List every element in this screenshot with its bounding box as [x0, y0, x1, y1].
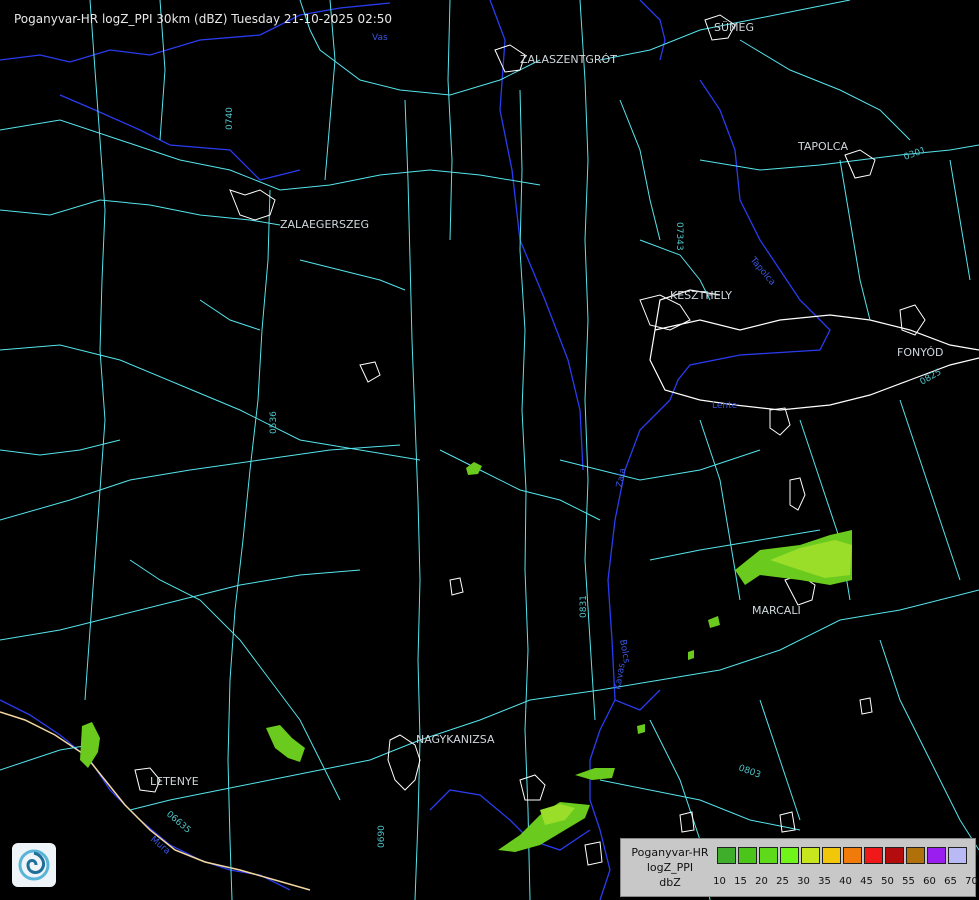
road-label-0831: 0831	[579, 595, 589, 618]
map-canvas: SÜMEG ZALASZENTGRÓT TAPOLCA ZALAEGERSZEG…	[0, 0, 979, 900]
road-label-06635: 06635	[164, 810, 192, 836]
legend-swatch	[822, 847, 841, 864]
city-label-marcali: MARCALI	[752, 604, 801, 617]
road-label-0690: 0690	[377, 825, 387, 848]
river-label-bolcs: Bolcs	[617, 639, 631, 664]
legend-tick-label: 70	[965, 876, 978, 887]
legend-tick-label: 40	[839, 876, 852, 887]
legend-title-line-2: logZ_PPI	[646, 861, 694, 874]
legend-swatch	[759, 847, 778, 864]
city-label-sumeg: SÜMEG	[714, 21, 754, 34]
legend-tick-label: 60	[923, 876, 936, 887]
weather-service-logo	[12, 843, 56, 887]
legend-tick-label: 55	[902, 876, 915, 887]
rivers	[0, 0, 831, 900]
city-label-zalaszentgrot: ZALASZENTGRÓT	[520, 53, 617, 66]
dbz-color-legend: Poganyvar-HR logZ_PPI dbZ 10 15 20 25 30 35 40…	[620, 838, 979, 897]
legend-swatch	[801, 847, 820, 864]
city-label-tapolca: TAPOLCA	[797, 140, 848, 153]
river-label-zala: Zala	[615, 467, 628, 488]
river-label-vas: Vas	[372, 33, 388, 43]
legend-swatch	[843, 847, 862, 864]
legend-title: Poganyvar-HR logZ_PPI dbZ	[623, 845, 717, 890]
road-label-0803: 0803	[737, 763, 762, 780]
legend-tick-label: 35	[818, 876, 831, 887]
legend-tick-label: 20	[755, 876, 768, 887]
city-label-nagykanizsa: NAGYKANIZSA	[416, 733, 495, 746]
road-network	[0, 0, 979, 900]
legend-tick-label: 50	[881, 876, 894, 887]
legend-swatch	[717, 847, 736, 864]
road-label-0536: 0536	[269, 411, 279, 434]
legend-color-bar	[717, 847, 969, 864]
precip-echoes	[80, 462, 852, 852]
legend-tick-label: 25	[776, 876, 789, 887]
radar-product-title: Poganyvar-HR logZ_PPI 30km (dBZ) Tuesday…	[14, 12, 393, 26]
legend-tick-label: 30	[797, 876, 810, 887]
legend-swatch	[948, 847, 967, 864]
radar-map-view: SÜMEG ZALASZENTGRÓT TAPOLCA ZALAEGERSZEG…	[0, 0, 979, 900]
legend-swatch	[885, 847, 904, 864]
road-label-0825: 0825	[919, 367, 944, 387]
river-label-lenti: Lente	[712, 401, 738, 411]
legend-swatch	[738, 847, 757, 864]
city-label-letenye: LETENYE	[150, 775, 199, 788]
legend-tick-label: 45	[860, 876, 873, 887]
road-label-0301: 0301	[903, 146, 928, 163]
legend-swatch	[864, 847, 883, 864]
legend-title-line-1: Poganyvar-HR	[631, 846, 709, 859]
road-label-0740: 0740	[225, 107, 235, 130]
legend-swatch	[780, 847, 799, 864]
river-label-mura: Mura	[148, 835, 172, 857]
city-label-zalaegerszeg: ZALAEGERSZEG	[280, 218, 369, 231]
legend-swatch	[927, 847, 946, 864]
city-label-keszthely: KESZTHELY	[670, 289, 732, 302]
road-label-07343: 07343	[674, 222, 684, 251]
legend-title-line-3: dbZ	[659, 876, 681, 889]
legend-tick-labels: 10 15 20 25 30 35 40 45 50 55 60 65 70	[709, 876, 979, 887]
city-labels: SÜMEG ZALASZENTGRÓT TAPOLCA ZALAEGERSZEG…	[150, 21, 943, 788]
legend-tick-label: 10	[713, 876, 726, 887]
legend-swatch	[906, 847, 925, 864]
city-label-fonyod: FONYÓD	[897, 346, 943, 359]
legend-tick-label: 15	[734, 876, 747, 887]
legend-tick-label: 65	[944, 876, 957, 887]
